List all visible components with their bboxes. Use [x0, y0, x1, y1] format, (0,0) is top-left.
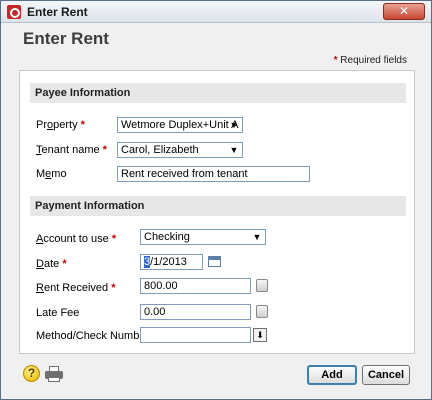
chevron-down-icon: ▼: [229, 120, 239, 130]
payment-section-header: Payment Information: [30, 196, 406, 216]
method-picker-icon[interactable]: ⬇: [253, 328, 267, 342]
chevron-down-icon: ▼: [252, 232, 262, 242]
cancel-button[interactable]: Cancel: [362, 365, 410, 385]
help-icon[interactable]: ?: [23, 365, 40, 382]
printer-icon[interactable]: [45, 366, 63, 382]
property-select[interactable]: Wetmore Duplex+Unit A ▼: [117, 117, 243, 133]
account-select[interactable]: Checking ▼: [140, 229, 266, 245]
account-label: Account to use *: [36, 233, 117, 245]
date-input[interactable]: 3/1/2013: [140, 254, 203, 270]
property-label: Property *: [36, 119, 85, 131]
calculator-icon[interactable]: [256, 305, 268, 318]
calculator-icon[interactable]: [256, 279, 268, 292]
rent-received-input[interactable]: 800.00: [140, 278, 251, 294]
window-title: Enter Rent: [27, 5, 88, 19]
late-fee-input[interactable]: 0.00: [140, 304, 251, 320]
date-label: Date *: [36, 258, 67, 270]
app-icon: [7, 5, 21, 19]
payee-section-header: Payee Information: [30, 83, 406, 103]
tenant-select[interactable]: Carol, Elizabeth ▼: [117, 142, 243, 158]
calendar-icon[interactable]: [208, 256, 221, 267]
enter-rent-window: Enter Rent ✕ Enter Rent * Required field…: [0, 0, 432, 400]
required-fields-note: * Required fields: [333, 55, 407, 66]
chevron-down-icon: ▼: [229, 145, 239, 155]
memo-input[interactable]: Rent received from tenant: [117, 166, 310, 182]
tenant-label: Tenant name *: [36, 144, 107, 156]
form-panel: Payee Information Property * Wetmore Dup…: [19, 70, 415, 354]
late-fee-label: Late Fee: [36, 307, 80, 319]
rent-received-label: Rent Received *: [36, 282, 116, 294]
memo-label: Memo: [36, 168, 67, 180]
add-button[interactable]: Add: [307, 365, 357, 385]
close-button[interactable]: ✕: [383, 3, 425, 20]
method-check-input[interactable]: [140, 327, 251, 343]
title-bar: Enter Rent ✕: [1, 1, 431, 23]
page-title: Enter Rent: [23, 29, 109, 48]
method-check-label: Method/Check Number: [36, 330, 150, 342]
